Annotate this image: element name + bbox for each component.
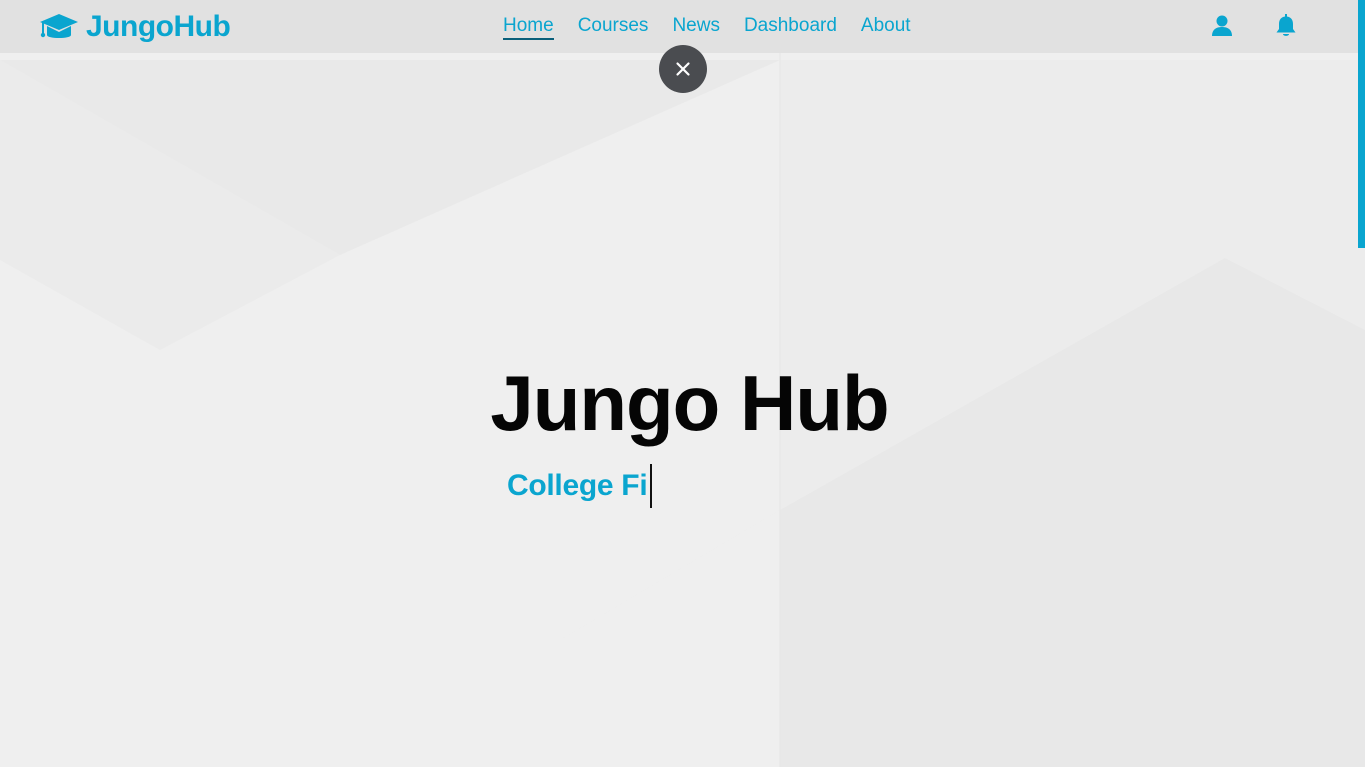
scrollbar[interactable] [1358,0,1365,767]
nav-link-news[interactable]: News [672,14,720,40]
nav-link-courses[interactable]: Courses [578,14,649,40]
brand-name: JungoHub [86,10,231,43]
nav-link-dashboard[interactable]: Dashboard [744,14,837,40]
main-nav: Home Courses News Dashboard About [503,14,911,40]
close-overlay-button[interactable] [659,45,707,93]
nav-link-home[interactable]: Home [503,14,554,40]
brand-logo-link[interactable]: JungoHub [39,8,231,46]
graduation-cap-icon [40,14,78,38]
user-icon[interactable] [1211,14,1233,38]
typed-text: College Fi [507,469,648,502]
typed-subtitle: College Fi [507,464,653,508]
bell-icon[interactable] [1275,14,1297,38]
page: JungoHub Home Courses News Dashboard Abo… [0,0,1365,767]
scrollbar-thumb[interactable] [1358,0,1365,248]
hero-title: Jungo Hub [490,359,889,447]
nav-link-about[interactable]: About [861,14,911,40]
close-icon [676,62,690,76]
typing-caret [650,464,653,508]
